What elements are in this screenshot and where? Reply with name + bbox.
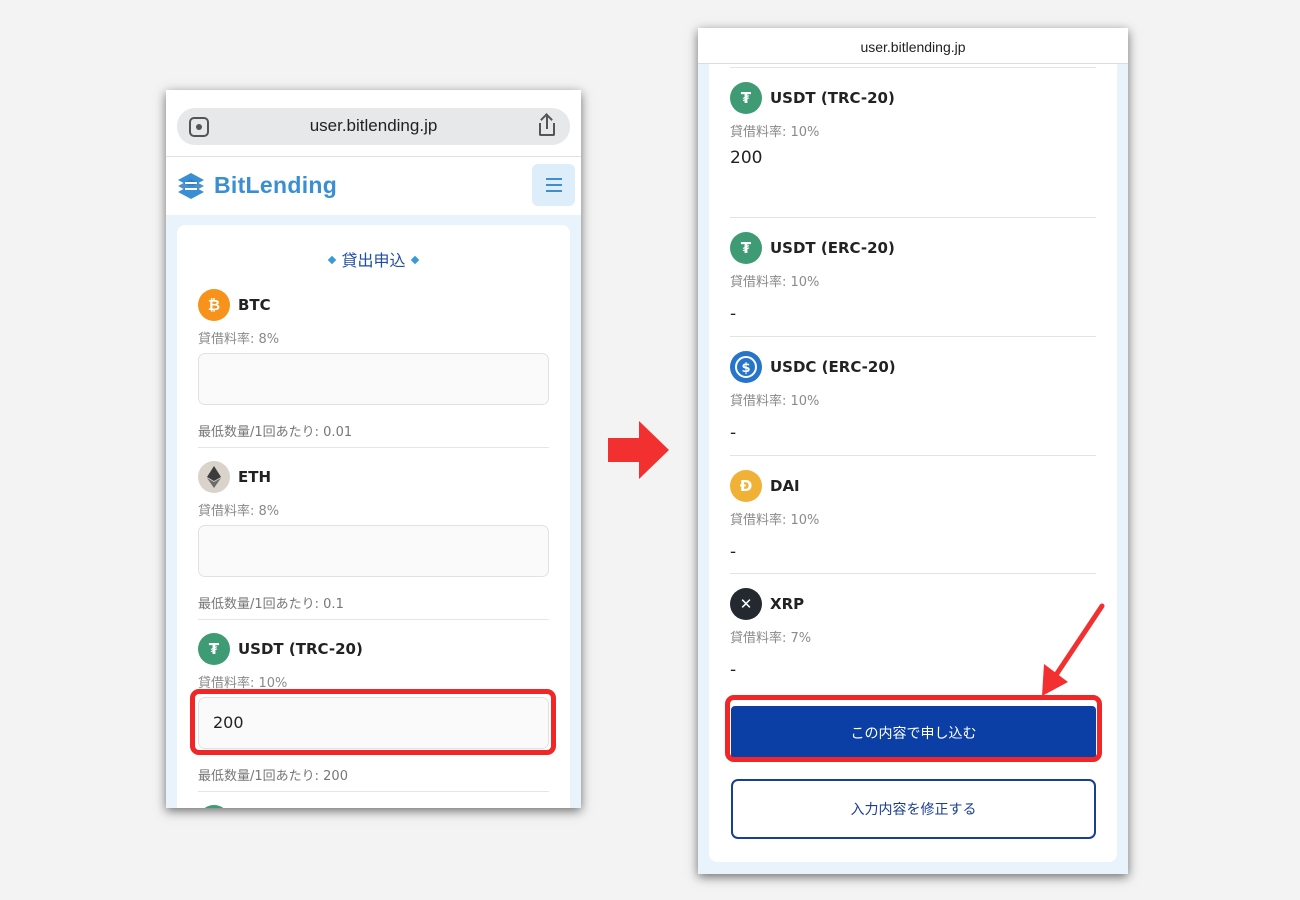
rate-label: 貸借料率: 10% bbox=[730, 275, 820, 290]
btc-amount-input[interactable] bbox=[198, 353, 549, 405]
browser-header: user.bitlending.jp BitLending bbox=[166, 90, 581, 215]
coin-item-usdt-erc20: ₮ USDT (ERC-20) 貸借料率: 10% - bbox=[730, 232, 1096, 324]
dai-icon: Đ bbox=[730, 470, 762, 502]
amount-value: - bbox=[730, 542, 737, 562]
right-phone-screenshot: user.bitlending.jp ₮ USDT (TRC-20) 貸借料率:… bbox=[698, 28, 1128, 874]
amount-value: 200 bbox=[730, 148, 763, 168]
amount-value: - bbox=[730, 304, 737, 324]
divider bbox=[730, 67, 1096, 68]
xrp-icon: ✕ bbox=[730, 588, 762, 620]
rate-label: 貸借料率: 8% bbox=[198, 332, 280, 347]
divider bbox=[198, 447, 549, 448]
rate-label: 貸借料率: 10% bbox=[730, 125, 820, 140]
minimum-label: 最低数量/1回あたり: 0.1 bbox=[198, 597, 344, 612]
svg-text:$: $ bbox=[741, 361, 750, 376]
share-icon[interactable] bbox=[538, 116, 556, 136]
rate-label: 貸借料率: 10% bbox=[730, 394, 820, 409]
url-text: user.bitlending.jp bbox=[309, 116, 438, 135]
brand-name[interactable]: BitLending bbox=[214, 172, 337, 199]
eth-amount-input[interactable] bbox=[198, 525, 549, 577]
coin-name: DAI bbox=[770, 477, 800, 495]
minimum-label: 最低数量/1回あたり: 0.01 bbox=[198, 425, 353, 440]
pointer-arrow-icon bbox=[1042, 603, 1105, 696]
coin-name: BTC bbox=[238, 296, 271, 314]
hamburger-menu-button[interactable] bbox=[532, 164, 575, 206]
right-arrow-icon bbox=[608, 421, 669, 479]
usdc-icon: $ bbox=[730, 351, 762, 383]
divider bbox=[730, 573, 1096, 574]
rate-label: 貸借料率: 10% bbox=[730, 513, 820, 528]
bitcoin-icon: ₿ bbox=[198, 289, 230, 321]
tether-icon bbox=[198, 805, 230, 808]
address-bar[interactable]: user.bitlending.jp bbox=[177, 108, 570, 145]
rate-label: 貸借料率: 8% bbox=[198, 504, 280, 519]
highlight-box bbox=[190, 689, 556, 755]
amount-value: - bbox=[730, 423, 737, 443]
coin-item-dai: Đ DAI 貸借料率: 10% - bbox=[730, 470, 1096, 562]
tether-icon: ₮ bbox=[730, 232, 762, 264]
tether-icon: ₮ bbox=[198, 633, 230, 665]
divider bbox=[198, 791, 549, 792]
coin-name: ETH bbox=[238, 468, 272, 486]
coin-name: XRP bbox=[770, 595, 805, 613]
coin-item-usdt-trc20: ₮ USDT (TRC-20) 貸借料率: 10% 200 bbox=[730, 82, 1096, 168]
bitlending-logo-icon bbox=[178, 173, 204, 199]
url-text: user.bitlending.jp bbox=[860, 39, 966, 55]
divider bbox=[198, 619, 549, 620]
divider bbox=[730, 336, 1096, 337]
coin-name: USDT (TRC-20) bbox=[238, 640, 363, 658]
coin-item-eth: ETH 貸借料率: 8% 最低数量/1回あたり: 0.1 bbox=[198, 461, 549, 612]
coin-name: USDT (TRC-20) bbox=[770, 89, 895, 107]
divider bbox=[730, 455, 1096, 456]
edit-input-button[interactable]: 入力内容を修正する bbox=[731, 779, 1096, 839]
tether-icon: ₮ bbox=[730, 82, 762, 114]
divider bbox=[730, 217, 1096, 218]
coin-name: USDC (ERC-20) bbox=[770, 358, 896, 376]
coin-item-btc: ₿ BTC 貸借料率: 8% 最低数量/1回あたり: 0.01 bbox=[198, 289, 549, 440]
highlight-box bbox=[725, 695, 1102, 762]
left-phone-screenshot: user.bitlending.jp BitLending 貸出申込 ₿ BTC bbox=[166, 90, 581, 808]
divider bbox=[166, 156, 581, 157]
minimum-label: 最低数量/1回あたり: 200 bbox=[198, 769, 348, 784]
address-bar[interactable]: user.bitlending.jp bbox=[698, 28, 1128, 64]
form-heading: 貸出申込 bbox=[177, 247, 570, 271]
ethereum-icon bbox=[198, 461, 230, 493]
coin-item-usdc-erc20: $ USDC (ERC-20) 貸借料率: 10% - bbox=[730, 351, 1096, 443]
coin-name: USDT (ERC-20) bbox=[770, 239, 895, 257]
